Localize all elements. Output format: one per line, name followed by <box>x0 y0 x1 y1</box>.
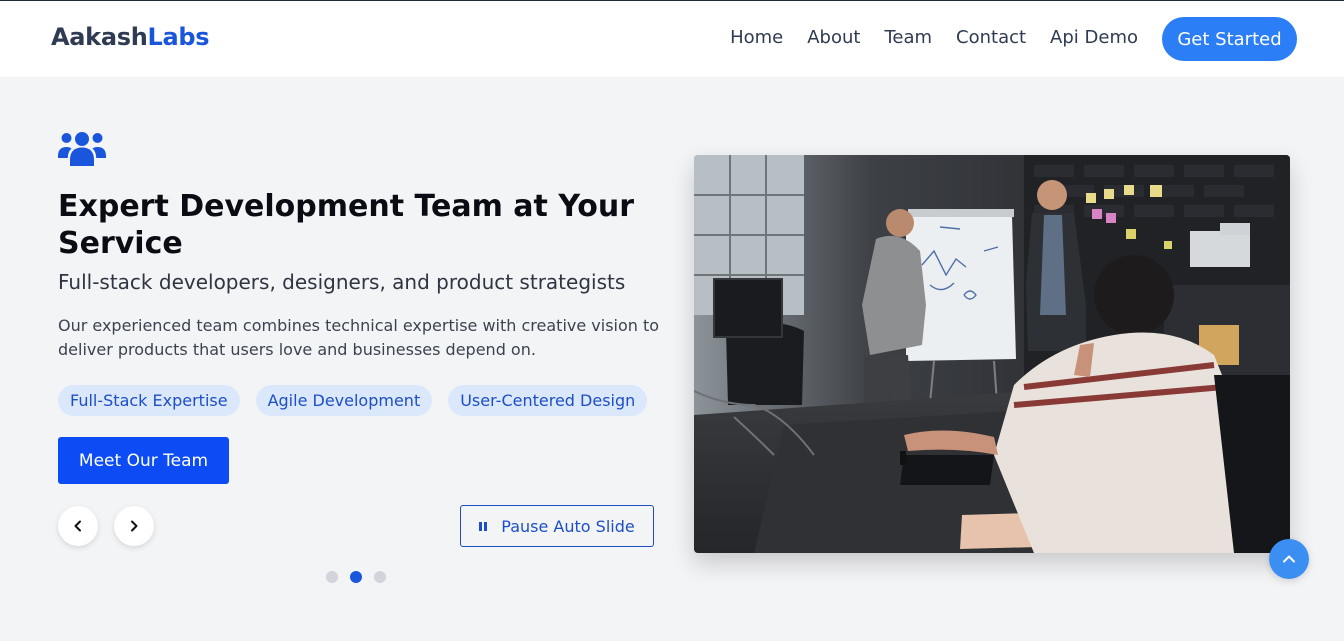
brand-logo[interactable]: AakashLabs <box>51 23 210 51</box>
feature-tags: Full-Stack Expertise Agile Development U… <box>58 385 648 416</box>
get-started-button[interactable]: Get Started <box>1162 17 1297 61</box>
pause-button-label: Pause Auto Slide <box>501 516 635 536</box>
hero-subtitle: Full-stack developers, designers, and pr… <box>58 270 626 294</box>
navbar: AakashLabs Home About Team Contact Api D… <box>0 1 1344 77</box>
carousel-dot-2[interactable] <box>350 571 362 583</box>
scroll-to-top-button[interactable] <box>1269 539 1309 579</box>
chevron-up-icon <box>1283 555 1295 563</box>
pause-auto-slide-button[interactable]: Pause Auto Slide <box>460 505 654 547</box>
nav-link-about[interactable]: About <box>807 27 860 48</box>
chevron-right-icon <box>131 520 138 532</box>
hero-title: Expert Development Team at Your Service <box>58 189 635 261</box>
chevron-left-icon <box>74 520 81 532</box>
nav-link-contact[interactable]: Contact <box>956 27 1026 48</box>
nav-link-home[interactable]: Home <box>730 27 783 48</box>
tag-agile: Agile Development <box>255 385 433 416</box>
meet-our-team-button[interactable]: Meet Our Team <box>58 437 229 484</box>
brand-name-part1: Aakash <box>51 23 148 51</box>
tag-user-centered: User-Centered Design <box>448 385 648 416</box>
carousel-dot-1[interactable] <box>326 571 338 583</box>
carousel-dot-3[interactable] <box>374 571 386 583</box>
nav-link-team[interactable]: Team <box>884 27 932 48</box>
office-scene-image <box>694 155 1290 553</box>
hero-description: Our experienced team combines technical … <box>58 316 660 359</box>
users-icon <box>58 132 106 166</box>
carousel-indicators <box>326 571 386 583</box>
previous-slide-button[interactable] <box>58 506 98 546</box>
team-photo <box>694 155 1290 553</box>
pause-icon <box>479 521 488 531</box>
next-slide-button[interactable] <box>114 506 154 546</box>
nav-link-api-demo[interactable]: Api Demo <box>1050 27 1138 48</box>
nav-links: Home About Team Contact Api Demo <box>730 27 1138 48</box>
tag-full-stack: Full-Stack Expertise <box>58 385 240 416</box>
brand-name-part2: Labs <box>147 23 210 51</box>
